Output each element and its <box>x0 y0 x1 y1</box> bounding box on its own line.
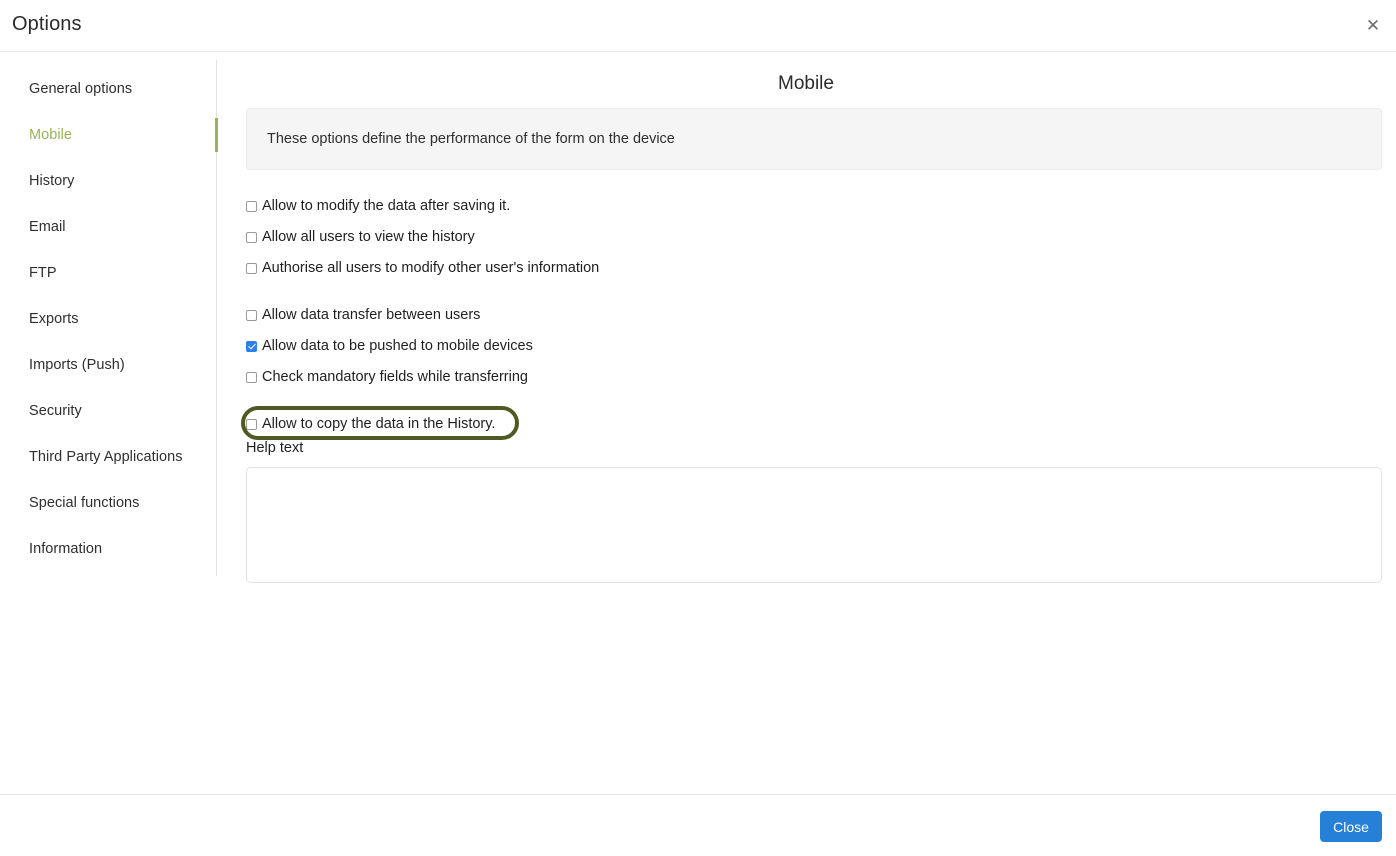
checkbox-label: Allow all users to view the history <box>262 229 475 245</box>
sidebar-item-security[interactable]: Security <box>29 403 82 419</box>
sidebar-item-special-functions[interactable]: Special functions <box>29 495 139 511</box>
sidebar-item-history[interactable]: History <box>29 173 74 189</box>
checkbox-row-allow-data-transfer-between-users[interactable]: Allow data transfer between users <box>246 306 480 324</box>
checkbox-authorise-all-users-modify[interactable] <box>246 262 257 274</box>
panel-title: Mobile <box>778 73 834 94</box>
sidebar-active-indicator <box>215 118 218 152</box>
close-button[interactable]: Close <box>1320 811 1382 842</box>
panel-title-row: Mobile <box>0 73 1396 95</box>
checkbox-row-check-mandatory-fields[interactable]: Check mandatory fields while transferrin… <box>246 368 528 386</box>
checkbox-label: Authorise all users to modify other user… <box>262 260 600 276</box>
sidebar-item-exports[interactable]: Exports <box>29 311 79 327</box>
info-banner-text: These options define the performance of … <box>267 131 675 147</box>
checkbox-allow-all-users-view-history[interactable] <box>246 231 257 243</box>
checkbox-check-mandatory-fields[interactable] <box>246 371 257 383</box>
checkbox-allow-data-pushed-to-mobile[interactable] <box>246 340 257 352</box>
checkbox-allow-data-transfer-between-users[interactable] <box>246 309 257 321</box>
checkbox-row-allow-modify-after-saving[interactable]: Allow to modify the data after saving it… <box>246 197 510 215</box>
checkbox-label: Allow data transfer between users <box>262 307 481 323</box>
sidebar: General options Mobile History Email FTP… <box>0 53 216 575</box>
checkbox-allow-copy-data-in-history[interactable] <box>246 418 257 430</box>
close-x-icon[interactable]: ✕ <box>1360 14 1386 38</box>
sidebar-item-information[interactable]: Information <box>29 541 102 557</box>
checkbox-label: Check mandatory fields while transferrin… <box>262 369 528 385</box>
checkbox-allow-modify-after-saving[interactable] <box>246 200 257 212</box>
info-banner: These options define the performance of … <box>246 108 1382 170</box>
checkbox-label: Allow data to be pushed to mobile device… <box>262 338 533 354</box>
sidebar-item-ftp[interactable]: FTP <box>29 265 57 281</box>
checkbox-row-allow-all-users-view-history[interactable]: Allow all users to view the history <box>246 228 475 246</box>
sidebar-item-imports-push[interactable]: Imports (Push) <box>29 357 125 373</box>
footer-divider <box>0 794 1396 795</box>
help-text-input[interactable] <box>246 467 1382 583</box>
checkbox-row-authorise-all-users-modify[interactable]: Authorise all users to modify other user… <box>246 259 599 277</box>
sidebar-item-mobile[interactable]: Mobile <box>29 127 72 143</box>
checkbox-row-allow-data-pushed-to-mobile[interactable]: Allow data to be pushed to mobile device… <box>246 337 533 355</box>
dialog-header: Options ✕ <box>0 0 1396 52</box>
sidebar-item-third-party-applications[interactable]: Third Party Applications <box>29 449 183 465</box>
help-text-label: Help text <box>246 440 304 456</box>
sidebar-item-email[interactable]: Email <box>29 219 66 235</box>
checkbox-label: Allow to modify the data after saving it… <box>262 198 511 214</box>
checkbox-row-allow-copy-data-in-history[interactable]: Allow to copy the data in the History. <box>246 415 495 433</box>
checkbox-label: Allow to copy the data in the History. <box>262 416 496 432</box>
page-title: Options <box>12 13 82 35</box>
